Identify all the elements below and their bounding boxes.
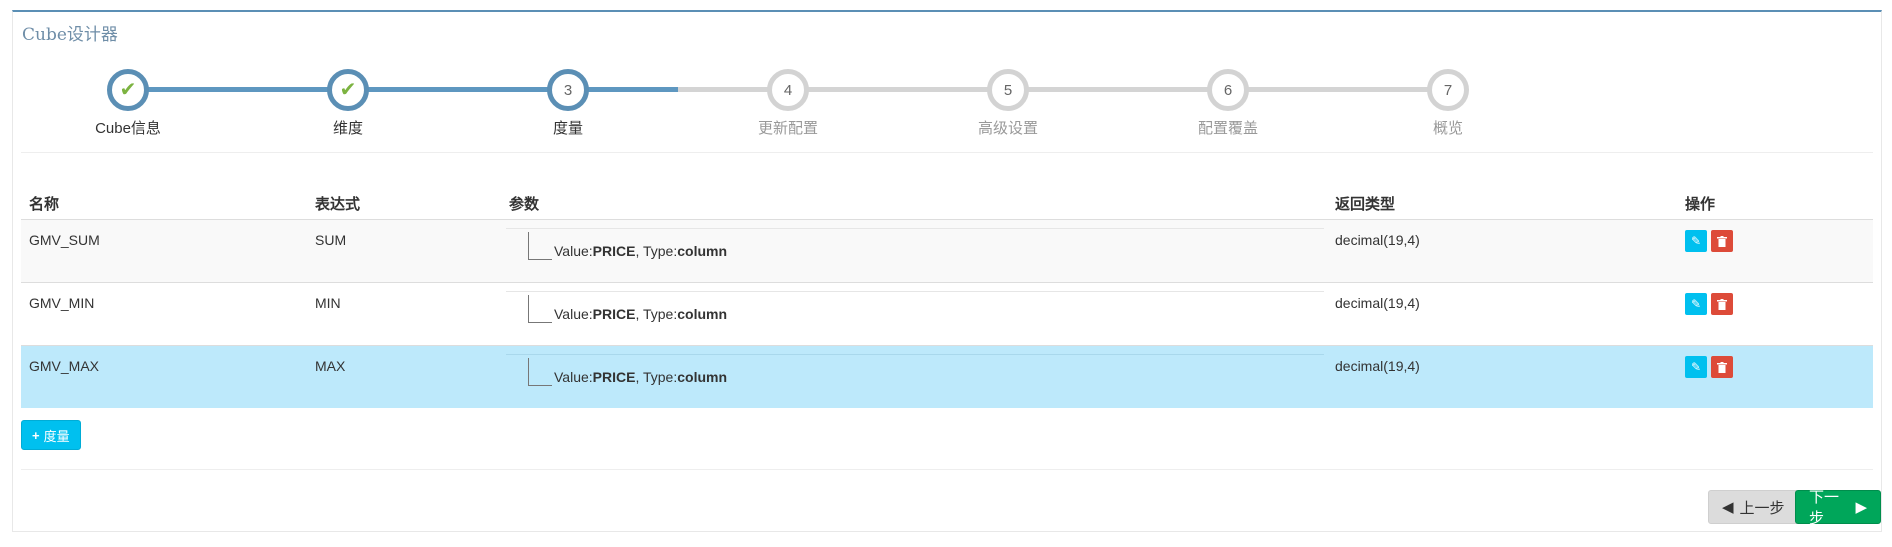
step-number: 4	[783, 81, 793, 99]
row-actions: ✎	[1685, 293, 1733, 315]
step-label: 概览	[1432, 120, 1463, 137]
measure-name: GMV_SUM	[29, 232, 100, 248]
header-return-type: 返回类型	[1335, 196, 1396, 213]
delete-button[interactable]	[1711, 293, 1733, 315]
step-circle: 7	[1427, 69, 1469, 111]
step-number: 7	[1443, 81, 1453, 99]
step-circle: 6	[1207, 69, 1249, 111]
divider	[21, 469, 1873, 470]
delete-button[interactable]	[1711, 230, 1733, 252]
measures-table-body: GMV_SUM SUM Value:PRICE, Type:column dec…	[21, 219, 1873, 408]
step-label: 更新配置	[757, 120, 818, 137]
pencil-icon: ✎	[1690, 297, 1702, 311]
step-number: 6	[1223, 81, 1233, 99]
step-circle: ✔	[107, 69, 149, 111]
trash-icon	[1717, 235, 1727, 247]
next-step-label: 下一步	[1809, 489, 1840, 527]
prev-step-label: 上一步	[1739, 499, 1785, 517]
step-refresh-settings[interactable]: 4 更新配置	[718, 69, 858, 138]
step-label: 度量	[552, 120, 583, 137]
param-text: Value:PRICE, Type:column	[554, 306, 728, 322]
arrow-right-icon: ▶	[1855, 499, 1867, 516]
divider	[21, 152, 1873, 153]
edit-button[interactable]: ✎	[1685, 356, 1707, 378]
add-measure-button[interactable]: + 度量	[21, 420, 81, 450]
trash-icon	[1717, 298, 1727, 310]
add-measure-label: 度量	[43, 428, 70, 444]
edit-button[interactable]: ✎	[1685, 293, 1707, 315]
cube-designer-panel: Cube设计器 ✔ Cube信息 ✔ 维度 3 度量 4 更新配置 5 高级设置…	[12, 10, 1882, 532]
step-cube-info[interactable]: ✔ Cube信息	[58, 69, 198, 138]
arrow-left-icon: ◀	[1722, 499, 1734, 516]
measure-name: GMV_MIN	[29, 295, 95, 311]
header-params: 参数	[509, 196, 540, 213]
measure-expression: MAX	[315, 358, 346, 374]
header-actions: 操作	[1685, 196, 1716, 213]
step-number: 3	[563, 81, 573, 99]
pencil-icon: ✎	[1690, 360, 1702, 374]
step-measures[interactable]: 3 度量	[498, 69, 638, 138]
plus-icon: +	[32, 427, 40, 443]
step-circle: 5	[987, 69, 1029, 111]
step-advanced-settings[interactable]: 5 高级设置	[938, 69, 1078, 138]
step-label: 高级设置	[977, 120, 1038, 137]
next-step-button[interactable]: 下一步 ▶	[1795, 489, 1881, 527]
tree-connector	[528, 358, 552, 386]
step-label: 配置覆盖	[1197, 120, 1258, 137]
row-actions: ✎	[1685, 356, 1733, 378]
measure-return-type: decimal(19,4)	[1335, 358, 1420, 374]
measure-expression: MIN	[315, 295, 341, 311]
step-config-overrides[interactable]: 6 配置覆盖	[1158, 69, 1298, 138]
delete-button[interactable]	[1711, 356, 1733, 378]
wizard-steps: ✔ Cube信息 ✔ 维度 3 度量 4 更新配置 5 高级设置 6 配置覆盖 …	[13, 12, 1881, 152]
measure-expression: SUM	[315, 232, 347, 248]
measure-return-type: decimal(19,4)	[1335, 232, 1420, 248]
tree-connector	[528, 232, 552, 260]
step-circle: 4	[767, 69, 809, 111]
step-circle: 3	[547, 69, 589, 111]
trash-icon	[1717, 361, 1727, 373]
measures-table-header: 名称 表达式 参数 返回类型 操作	[21, 177, 1873, 219]
param-tree: Value:PRICE, Type:column	[506, 228, 1324, 276]
measure-return-type: decimal(19,4)	[1335, 295, 1420, 311]
edit-button[interactable]: ✎	[1685, 230, 1707, 252]
step-label: Cube信息	[95, 120, 161, 137]
header-expression: 表达式	[315, 196, 361, 213]
measure-name: GMV_MAX	[29, 358, 100, 374]
step-overview[interactable]: 7 概览	[1378, 69, 1518, 138]
check-icon: ✔	[339, 79, 357, 101]
step-label: 维度	[332, 120, 363, 137]
header-name: 名称	[29, 196, 60, 213]
row-actions: ✎	[1685, 230, 1733, 252]
tree-connector	[528, 295, 552, 323]
table-row[interactable]: GMV_MAX MAX Value:PRICE, Type:column dec…	[21, 345, 1873, 408]
prev-step-button[interactable]: ◀ 上一步	[1708, 490, 1799, 524]
param-text: Value:PRICE, Type:column	[554, 369, 728, 385]
step-dimensions[interactable]: ✔ 维度	[278, 69, 418, 138]
check-icon: ✔	[119, 79, 137, 101]
step-circle: ✔	[327, 69, 369, 111]
param-text: Value:PRICE, Type:column	[554, 243, 728, 259]
param-tree: Value:PRICE, Type:column	[506, 354, 1324, 402]
table-row[interactable]: GMV_MIN MIN Value:PRICE, Type:column dec…	[21, 282, 1873, 345]
param-tree: Value:PRICE, Type:column	[506, 291, 1324, 339]
table-row[interactable]: GMV_SUM SUM Value:PRICE, Type:column dec…	[21, 219, 1873, 282]
step-number: 5	[1003, 81, 1013, 99]
pencil-icon: ✎	[1690, 234, 1702, 248]
